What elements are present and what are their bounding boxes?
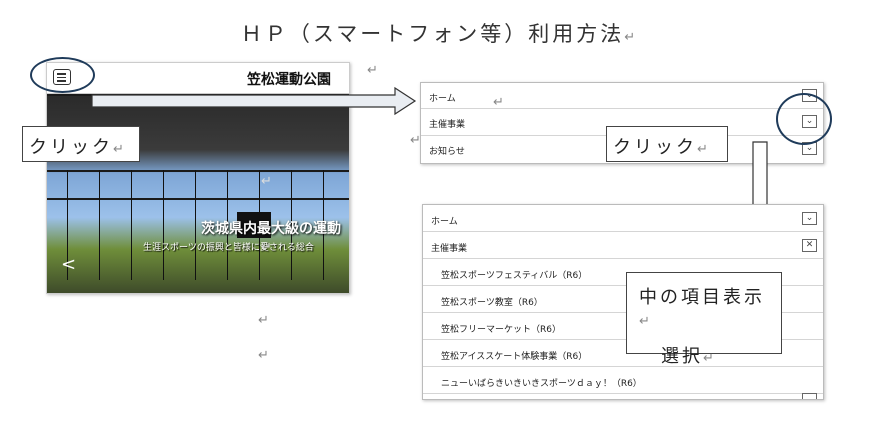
- hero-subtext: 生涯スポーツの振興と皆様に愛される総合: [143, 243, 314, 253]
- sub-menu-item-label: 笠松アイススケート体験事業（R6）: [441, 352, 588, 362]
- return-mark: ↵: [697, 142, 711, 157]
- menu-item-label: 主催事業: [429, 120, 466, 130]
- window-frame-mid: [47, 198, 349, 200]
- menu-item-label: ホーム: [429, 94, 456, 104]
- hero-heading: 茨城県内最大級の運動: [201, 221, 341, 237]
- chevron-down-icon[interactable]: ⌄: [802, 212, 817, 225]
- sub-menu-item-label: 笠松スポーツフェスティバル（R6）: [441, 271, 588, 281]
- return-mark: ↵: [493, 95, 504, 110]
- chevron-down-icon[interactable]: [802, 393, 817, 399]
- close-icon[interactable]: ✕: [802, 239, 817, 252]
- callout-click-right: クリック↵: [606, 126, 728, 162]
- callout-select-line: 選択↵: [661, 342, 769, 368]
- callout-inner-items-text: 中の項目表示: [639, 287, 765, 308]
- callout-click-right-text: クリック: [613, 137, 697, 158]
- return-mark: ↵: [261, 240, 272, 255]
- return-mark: ↵: [624, 30, 639, 45]
- return-mark: ↵: [258, 348, 269, 363]
- return-mark: ↵: [703, 351, 717, 366]
- menu-item-label: 主催事業: [431, 244, 468, 254]
- callout-click-left-text: クリック: [29, 137, 113, 158]
- window-mullion: [99, 170, 100, 280]
- return-mark: ↵: [639, 314, 653, 329]
- highlight-ellipse: [776, 93, 832, 145]
- window-mullion: [163, 170, 164, 280]
- page-title-text: ＨＰ（スマートフォン等）利用方法: [240, 22, 625, 46]
- menu-item-home[interactable]: ホーム ⌄: [421, 83, 823, 109]
- callout-inner-items-line1: 中の項目表示 ↵: [639, 283, 769, 330]
- page-title: ＨＰ（スマートフォン等）利用方法↵: [0, 18, 879, 48]
- return-mark: ↵: [258, 313, 269, 328]
- return-mark: ↵: [113, 142, 127, 157]
- sub-menu-item-label: ニューいばらきいきいきスポーツｄａｙ！（R6）: [441, 379, 642, 389]
- sub-menu-item-label: 笠松スポーツ教室（R6）: [441, 298, 543, 308]
- hero-photo: < 茨城県内最大級の運動 生涯スポーツの振興と皆様に愛される総合 ↵ ↵: [47, 94, 349, 293]
- menu-item-label: ホーム: [431, 217, 458, 227]
- arrow-right: [91, 86, 417, 116]
- return-mark: ↵: [367, 63, 378, 78]
- sub-menu-item[interactable]: ニューいばらきいきいきスポーツｄａｙ！（R6）: [423, 367, 823, 394]
- callout-inner-items: 中の項目表示↵ 選択↵: [626, 272, 782, 367]
- highlight-ellipse: [30, 57, 95, 93]
- menu-item-label: お知らせ: [429, 147, 465, 157]
- window-frame-top: [47, 170, 349, 172]
- callout-click-left: クリック↵: [22, 126, 140, 162]
- menu-item-home[interactable]: ホーム ⌄: [423, 205, 823, 232]
- menu-item-events[interactable]: 主催事業 ✕: [423, 232, 823, 259]
- window-mullion: [131, 170, 132, 280]
- callout-select-text: 選択: [661, 346, 703, 367]
- carousel-prev-icon[interactable]: <: [61, 254, 76, 275]
- sub-menu-item-label: 笠松フリーマーケット（R6）: [441, 325, 561, 335]
- return-mark: ↵: [261, 174, 272, 189]
- window-mullion: [195, 170, 196, 280]
